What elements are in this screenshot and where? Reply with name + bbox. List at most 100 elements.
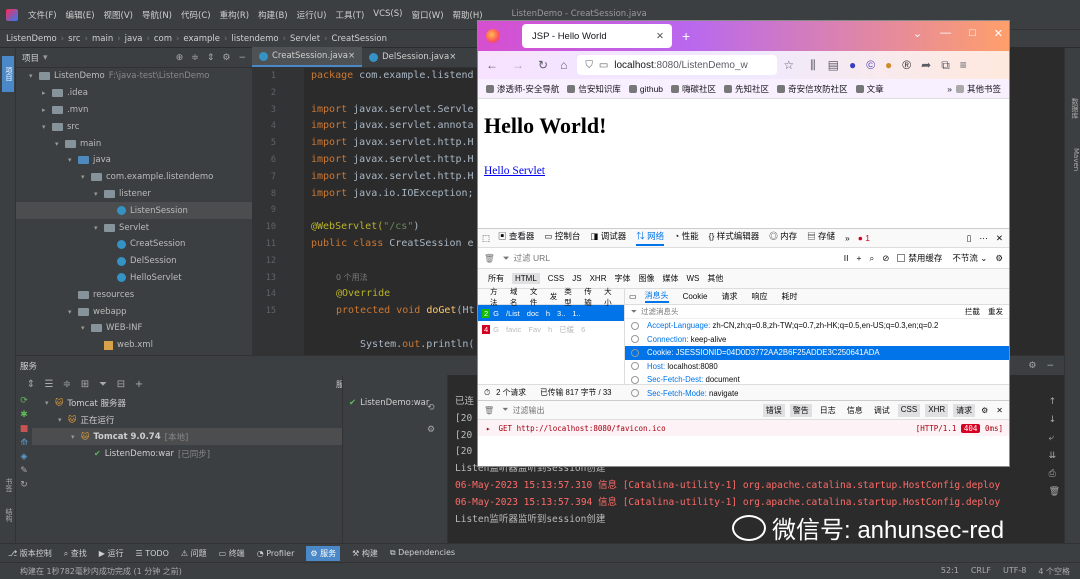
menu-item[interactable]: 窗口(W) (411, 9, 443, 21)
bookmark-item[interactable]: 信安知识库 (567, 83, 621, 95)
database-tool-button[interactable]: 数据库 (1068, 98, 1080, 138)
type-filter-button[interactable]: 所有 (488, 273, 504, 284)
details-tab[interactable]: 响应 (751, 291, 767, 302)
menu-icon[interactable]: ≡ (960, 58, 967, 72)
expand-icon[interactable]: ⇕ (207, 53, 215, 63)
extension-cookie-icon[interactable]: ● (885, 58, 892, 72)
tree-item[interactable]: ▾ listener (16, 186, 252, 203)
tree-item[interactable]: resources (16, 286, 252, 303)
help-icon[interactable] (631, 348, 639, 357)
bookmark-item[interactable]: 先知社区 (724, 83, 769, 95)
tree-item[interactable]: ▾ main (16, 135, 252, 152)
tree-item[interactable]: web.xml (16, 337, 252, 354)
column-header[interactable]: 大小 (604, 286, 617, 308)
bookmark-item[interactable]: 嗨碳社区 (671, 83, 716, 95)
filter-url-input[interactable]: 过滤 URL (514, 252, 550, 264)
menu-item[interactable]: 视图(V) (104, 9, 133, 21)
menu-item[interactable]: 构建(B) (258, 9, 287, 21)
breadcrumb-item[interactable]: java (125, 34, 143, 44)
chevron-down-icon[interactable]: ▾ (43, 53, 48, 63)
editor-tab[interactable]: DelSession.java × (362, 47, 463, 67)
header-row[interactable]: Host: localhost:8080 (625, 360, 1009, 374)
gear-icon[interactable]: ⚙ (981, 406, 988, 415)
header-row[interactable]: Connection: keep-alive (625, 333, 1009, 347)
library-icon[interactable]: ⫼ (810, 58, 816, 73)
column-header[interactable]: 域名 (510, 286, 523, 308)
menu-item[interactable]: 工具(T) (335, 9, 364, 21)
forward-icon[interactable]: → (512, 58, 524, 72)
tree-arrow-icon[interactable]: ▸ (42, 106, 52, 114)
type-filter-button[interactable]: WS (686, 274, 699, 283)
trash-icon[interactable]: 🗑 (1049, 487, 1060, 497)
error-badge[interactable]: ● 1 (858, 233, 870, 243)
bottom-tool-button[interactable]: ⚒ 构建 (352, 548, 378, 559)
devtools-tab[interactable]: ◨ 调试器 (590, 230, 626, 246)
console-level-toggle[interactable]: CSS (897, 403, 921, 417)
deploy-icon[interactable]: ⟰ (16, 438, 32, 448)
sync-icon[interactable]: ⟲ (427, 403, 435, 413)
console-level-toggle[interactable]: 调试 (871, 404, 893, 417)
tree-item[interactable]: CreatSession (16, 236, 252, 253)
expand-all-icon[interactable]: ⇕ (24, 379, 38, 390)
shield-icon[interactable]: ⛉ (585, 60, 593, 71)
help-icon[interactable] (631, 321, 639, 330)
project-panel-title[interactable]: 项目 (22, 52, 39, 64)
extension-arrow-icon[interactable]: ➦ (921, 58, 931, 72)
header-row[interactable]: Sec-Fetch-Mode: navigate (625, 387, 1009, 401)
group-icon[interactable]: ⊞ (78, 379, 92, 390)
tree-item[interactable]: ▾ java (16, 152, 252, 169)
sidebar-icon[interactable]: ▤ (828, 58, 839, 72)
rerun-icon[interactable]: ⟳ (16, 396, 32, 406)
tree-item[interactable]: ▾ src (16, 118, 252, 135)
maven-tool-button[interactable]: Maven (1068, 148, 1080, 184)
stop-icon[interactable]: ■ (16, 424, 32, 434)
details-tab[interactable]: 消息头 (644, 290, 669, 303)
tree-item[interactable]: ▾ WEB-INF (16, 320, 252, 337)
breadcrumb-item[interactable]: CreatSession (332, 34, 387, 44)
home-icon[interactable]: ⌂ (560, 58, 567, 72)
devtools-tab[interactable]: ◔ 性能 (674, 230, 699, 246)
status-item[interactable]: 4 个空格 (1038, 566, 1070, 577)
devtools-tab[interactable]: ▭ 控制台 (544, 230, 580, 246)
bookmark-item[interactable]: 渗透师-安全导航 (486, 83, 559, 95)
close-tab-icon[interactable]: × (449, 52, 456, 62)
help-icon[interactable] (631, 362, 639, 371)
type-filter-button[interactable]: HTML (512, 273, 540, 284)
block-icon[interactable]: ⊘ (882, 253, 889, 264)
throttle-select[interactable]: 不节流 ⌄ (952, 252, 987, 264)
service-item[interactable]: ▾ 🐱 Tomcat 服务器 (32, 394, 342, 411)
code-editor[interactable]: package com.example.listend import javax.… (304, 68, 477, 355)
menu-item[interactable]: 重构(R) (220, 9, 250, 21)
console-level-toggle[interactable]: 信息 (844, 404, 866, 417)
console-level-toggle[interactable]: 日志 (817, 404, 839, 417)
details-toggle-icon[interactable]: ▭ (629, 292, 637, 301)
filter-icon[interactable]: ≑ (60, 379, 74, 390)
extension-red-icon[interactable]: ● (849, 58, 856, 72)
console-level-toggle[interactable]: 请求 (953, 403, 976, 417)
menu-item[interactable]: VCS(S) (373, 9, 402, 21)
help-icon[interactable] (631, 389, 639, 398)
page-info-icon[interactable]: ▭ (599, 60, 608, 71)
tree-item[interactable]: ▸ .mvn (16, 102, 252, 119)
column-header[interactable]: 文件 (530, 286, 543, 308)
column-header[interactable]: 类型 (564, 286, 577, 308)
help-icon[interactable] (631, 335, 639, 344)
bookmarks-tool-button[interactable]: 书签 (2, 478, 14, 502)
menu-item[interactable]: 编辑(E) (66, 9, 95, 21)
disable-cache-checkbox[interactable] (897, 254, 906, 262)
breadcrumb-item[interactable]: Servlet (290, 34, 320, 44)
devtools-tab[interactable]: ▣ 查看器 (498, 230, 534, 246)
type-filter-button[interactable]: 字体 (614, 273, 630, 284)
deployment-item[interactable]: ListenDemo:war (360, 398, 429, 408)
details-tab[interactable]: 请求 (721, 291, 737, 302)
add-service-icon[interactable]: + (132, 379, 146, 390)
more-bookmarks-icon[interactable]: » (947, 84, 952, 94)
new-tab-icon[interactable]: ⊟ (114, 379, 128, 390)
bottom-tool-button[interactable]: ⎇ 版本控制 (8, 548, 52, 559)
service-item[interactable]: ▾ 🐱 Tomcat 9.0.74 [本地] (32, 428, 342, 445)
breadcrumb-item[interactable]: listendemo (231, 34, 278, 44)
trash-icon[interactable]: 🗑 (484, 253, 495, 264)
structure-tool-button[interactable]: 结构 (2, 508, 14, 532)
menu-item[interactable]: 文件(F) (28, 9, 57, 21)
tree-arrow-icon[interactable]: ▾ (94, 190, 104, 198)
